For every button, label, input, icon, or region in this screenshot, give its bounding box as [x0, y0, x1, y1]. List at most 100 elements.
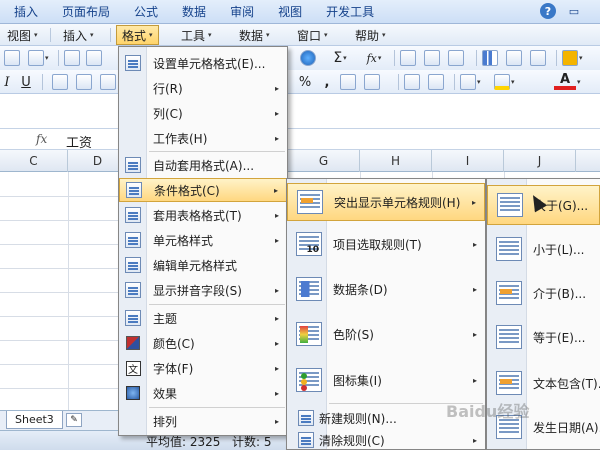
highlight-icon	[562, 50, 578, 66]
menu-data[interactable]: 数据 ▾	[234, 25, 275, 45]
align-right-icon	[100, 74, 116, 90]
menu-item-worksheet[interactable]: 工作表(H) ▸	[119, 126, 287, 150]
menu-item-highlight-rules[interactable]: 突出显示单元格规则(H) ▸	[287, 183, 485, 221]
menu-item-conditional-format[interactable]: 条件格式(C) ▸	[119, 178, 287, 202]
menu-item-column[interactable]: 列(C) ▸	[119, 101, 287, 125]
menu-help[interactable]: 帮助 ▾	[350, 25, 391, 45]
sheet-tab-sheet3[interactable]: Sheet3	[6, 411, 63, 429]
print-preview-button[interactable]	[4, 49, 20, 67]
ribbon-tab-insert[interactable]: 插入	[0, 0, 50, 24]
ribbon-tab-page-layout[interactable]: 页面布局	[50, 0, 122, 24]
ribbon-tab-review[interactable]: 审阅	[218, 0, 266, 24]
cut-button[interactable]	[86, 49, 102, 67]
menu-item-label: 颜色(C)	[153, 336, 195, 351]
align-left-button[interactable]	[52, 73, 68, 91]
menu-item-format-cells[interactable]: 设置单元格格式(E)...	[119, 51, 287, 75]
menu-item-arrange[interactable]: 排列 ▸	[119, 409, 287, 433]
menu-item-row[interactable]: 行(R) ▸	[119, 76, 287, 100]
insert-function-icon[interactable]: fx	[36, 132, 47, 146]
align-center-button[interactable]	[76, 73, 92, 91]
decrease-indent-button[interactable]	[404, 73, 420, 91]
menu-item-less-than[interactable]: 小于(L)...	[487, 229, 600, 269]
menu-window[interactable]: 窗口 ▾	[292, 25, 333, 45]
menu-tools[interactable]: 工具 ▾	[176, 25, 217, 45]
menu-item-autoformat[interactable]: 自动套用格式(A)...	[119, 153, 287, 177]
menu-item-between[interactable]: 介于(B)...	[487, 273, 600, 313]
italic-button[interactable]: I	[0, 73, 14, 91]
menu-item-cell-style[interactable]: 单元格样式 ▸	[119, 228, 287, 252]
column-header-g[interactable]: G	[288, 150, 360, 172]
comma-button[interactable]: ,	[318, 73, 336, 91]
menu-item-label: 小于(L)...	[533, 242, 585, 257]
submenu-arrow-icon: ▸	[472, 329, 477, 339]
decrease-decimal-button[interactable]	[364, 73, 380, 91]
increase-decimal-button[interactable]	[340, 73, 356, 91]
menu-format[interactable]: 格式 ▾	[116, 25, 159, 45]
menu-item-label: 列(C)	[153, 106, 183, 121]
sort-ascending-icon	[400, 50, 416, 66]
spell-check-button[interactable]	[64, 49, 80, 67]
font-color-dropdown[interactable]: A	[554, 72, 576, 90]
sort-descending-button[interactable]	[424, 49, 440, 67]
format-cells-icon	[124, 54, 142, 72]
menu-view[interactable]: 视图 ▾	[2, 25, 43, 45]
borders-dropdown[interactable]: ▾	[460, 73, 481, 91]
formatting-toolbar: I U % , ▾ ▾ A ▾	[0, 70, 600, 94]
sort-ascending-button[interactable]	[400, 49, 416, 67]
column-header-j[interactable]: J	[504, 150, 576, 172]
menu-item-edit-cell-style[interactable]: 编辑单元格样式	[119, 253, 287, 277]
increase-indent-button[interactable]	[428, 73, 444, 91]
menu-item-label: 主题	[153, 311, 178, 326]
highlight-button[interactable]: ▾	[562, 49, 583, 67]
toolbar-separator	[42, 74, 43, 90]
column-header-h[interactable]: H	[360, 150, 432, 172]
ribbon-tab-formulas[interactable]: 公式	[122, 0, 170, 24]
help-icon[interactable]: ?	[540, 3, 556, 19]
menu-item-text-contains[interactable]: 文本包含(T)...	[487, 363, 600, 403]
chevron-down-icon: ▾	[577, 78, 581, 86]
menu-item-top-rules[interactable]: 项目选取规则(T) ▸	[287, 225, 485, 263]
menu-item-icon-sets[interactable]: 图标集(I) ▸	[287, 361, 485, 399]
insert-function-button[interactable]: fx ▾	[360, 49, 388, 67]
align-right-button[interactable]	[100, 73, 116, 91]
chart-button[interactable]	[482, 49, 498, 67]
column-header-i[interactable]: I	[432, 150, 504, 172]
underline-button[interactable]: U	[18, 73, 34, 91]
ribbon-tab-developer[interactable]: 开发工具	[314, 0, 386, 24]
fill-color-dropdown[interactable]: ▾	[494, 73, 515, 91]
menu-item-color-scale[interactable]: 色阶(S) ▸	[287, 315, 485, 353]
drawing-button[interactable]	[506, 49, 522, 67]
ribbon-tab-view[interactable]: 视图	[266, 0, 314, 24]
percent-button[interactable]: %	[296, 73, 314, 91]
formula-input[interactable]: 工资	[66, 132, 92, 151]
menu-item-equal-to[interactable]: 等于(E)...	[487, 317, 600, 357]
research-icon	[28, 50, 44, 66]
font-color-arrow[interactable]: ▾	[576, 73, 581, 91]
insert-sheet-icon[interactable]: ✎	[66, 413, 82, 427]
align-left-icon	[52, 74, 68, 90]
ribbon-tab-data[interactable]: 数据	[170, 0, 218, 24]
menu-separator	[149, 407, 285, 408]
menu-item-phonetic[interactable]: 显示拼音字段(S) ▸	[119, 278, 287, 302]
menu-item-font[interactable]: 文字体(F) ▸	[119, 356, 287, 380]
hyperlink-button[interactable]	[300, 49, 316, 67]
menu-item-label: 套用表格格式(T)	[153, 208, 242, 223]
menu-item-table-style[interactable]: 套用表格格式(T) ▸	[119, 203, 287, 227]
column-header-c[interactable]: C	[0, 150, 68, 172]
menu-insert[interactable]: 插入 ▾	[58, 25, 99, 45]
menu-view-label: 视图	[7, 28, 32, 43]
menu-item-theme[interactable]: 主题 ▸	[119, 306, 287, 330]
autosum-button[interactable]: Σ ▾	[326, 49, 354, 67]
ribbon-collapse-icon[interactable]: ▭	[566, 3, 582, 19]
menu-item-label: 编辑单元格样式	[153, 258, 238, 273]
filter-button[interactable]	[448, 49, 464, 67]
fill-color-icon	[494, 74, 510, 90]
menu-item-data-bars[interactable]: 数据条(D) ▸	[287, 270, 485, 308]
research-button[interactable]: ▾	[28, 49, 49, 67]
menu-item-label: 等于(E)...	[533, 330, 586, 345]
menu-item-effects[interactable]: 效果 ▸	[119, 381, 287, 405]
menu-item-color[interactable]: 颜色(C) ▸	[119, 331, 287, 355]
borders-button[interactable]	[530, 49, 546, 67]
menu-item-clear-rules[interactable]: 清除规则(C) ▸	[287, 430, 485, 450]
toolbar-spacer	[0, 95, 600, 128]
